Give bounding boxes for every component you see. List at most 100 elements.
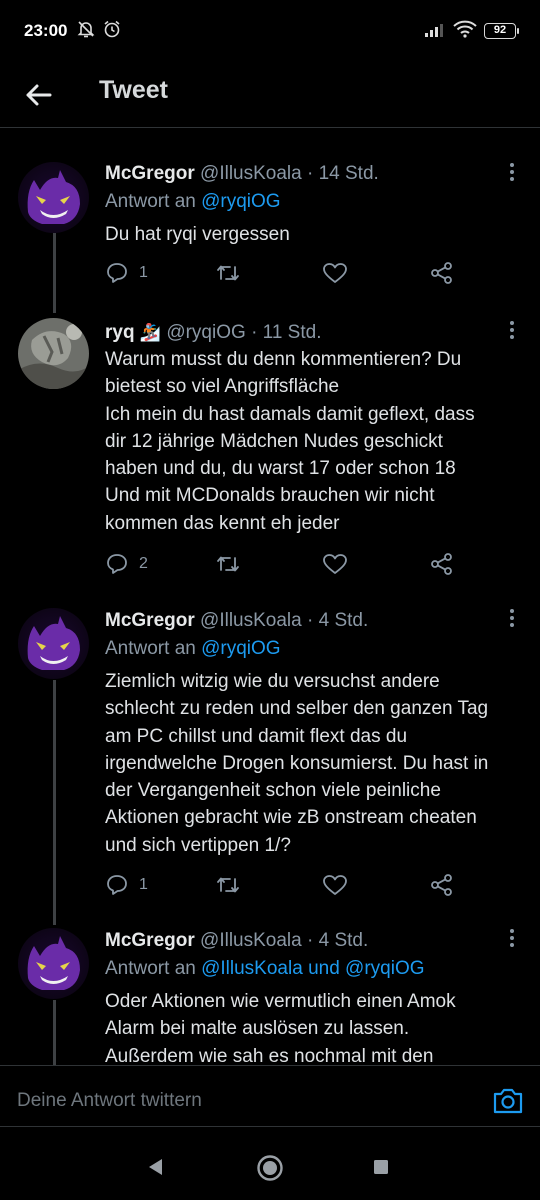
tweet-line: dir 12 jährige Mädchen Nudes geschickt xyxy=(105,430,443,452)
tweet-line: Außerdem wie sah es nochmal mit den xyxy=(105,1045,434,1065)
more-options-icon[interactable] xyxy=(505,320,519,340)
battery-icon: 92 xyxy=(484,23,519,39)
like-button[interactable] xyxy=(322,870,348,900)
status-time: 23:00 xyxy=(24,21,68,40)
mention-conjunction: und xyxy=(308,958,340,979)
arrow-left-icon[interactable] xyxy=(20,76,58,114)
mention-link[interactable]: @ryqiOG xyxy=(201,638,280,659)
more-options-icon[interactable] xyxy=(505,162,519,182)
tweet-line: Du hat ryqi vergessen xyxy=(105,224,290,245)
reply-count: 1 xyxy=(139,876,148,893)
tweet-text: Warum musst du denn kommentieren? Du bie… xyxy=(105,346,525,537)
reply-prefix: Antwort an xyxy=(105,638,196,659)
tweet[interactable]: McGregor @IllusKoala · 4 Std. Antwort an… xyxy=(0,912,540,1065)
heart-icon xyxy=(323,263,347,283)
tweet-header: McGregor @IllusKoala · 14 Std. xyxy=(105,163,379,185)
tweet[interactable]: McGregor @IllusKoala · 4 Std. Antwort an… xyxy=(0,592,540,925)
retweet-button[interactable] xyxy=(215,870,241,900)
avatar[interactable] xyxy=(18,318,89,389)
retweet-button[interactable] xyxy=(215,549,241,579)
thread-line xyxy=(53,233,56,313)
recents-square-icon[interactable] xyxy=(373,1159,389,1175)
handle[interactable]: @IllusKoala xyxy=(200,163,302,184)
reply-context: Antwort an @IllusKoala und @ryqiOG xyxy=(105,958,425,980)
share-button[interactable] xyxy=(429,258,455,288)
timestamp[interactable]: 11 Std. xyxy=(263,322,322,343)
more-options-icon[interactable] xyxy=(505,928,519,948)
tweet-line: Aktionen gebracht wie zB onstream cheate… xyxy=(105,807,477,829)
name-emoji: 🏂 xyxy=(139,323,162,342)
timestamp[interactable]: 4 Std. xyxy=(319,610,369,631)
display-name[interactable]: McGregor xyxy=(105,163,195,184)
retweet-button[interactable] xyxy=(215,258,241,288)
mention-link[interactable]: @ryqiOG xyxy=(201,191,280,212)
tweet-header: ryq 🏂 @ryqiOG · 11 Std. xyxy=(105,322,321,344)
share-icon xyxy=(431,874,452,896)
avatar[interactable] xyxy=(18,608,89,679)
separator-dot: · xyxy=(306,610,314,631)
like-button[interactable] xyxy=(322,258,348,288)
share-button[interactable] xyxy=(429,870,455,900)
display-name[interactable]: McGregor xyxy=(105,610,195,631)
separator-dot: · xyxy=(306,930,314,951)
mention-link[interactable]: @IllusKoala xyxy=(201,958,303,979)
tweet-line: und sich vertippen 1/? xyxy=(105,834,291,856)
share-icon xyxy=(431,262,452,284)
status-bar: 23:00 92 xyxy=(0,0,540,62)
share-icon xyxy=(431,553,452,575)
system-nav-bar xyxy=(0,1127,540,1200)
alarm-icon xyxy=(104,20,120,38)
reply-button[interactable]: 1 xyxy=(105,870,148,900)
reply-icon xyxy=(107,554,127,574)
tweet-actions: 1 xyxy=(105,258,525,288)
avatar[interactable] xyxy=(18,162,89,233)
tweet-line: der Vergangenheit schon viele peinliche xyxy=(105,780,441,802)
thread-line xyxy=(53,1000,56,1065)
tweet-line: Oder Aktionen wie vermutlich einen Amok xyxy=(105,991,456,1012)
like-button[interactable] xyxy=(322,549,348,579)
reply-prefix: Antwort an xyxy=(105,191,196,212)
timestamp[interactable]: 4 Std. xyxy=(319,930,369,951)
tweet-text: Oder Aktionen wie vermutlich einen Amok … xyxy=(105,988,525,1065)
tweet-line: am PC chillst und damit flext das du xyxy=(105,725,408,747)
retweet-icon xyxy=(217,877,239,893)
tweet-line: Warum musst du denn kommentieren? Du xyxy=(105,349,462,370)
tweet[interactable]: ryq 🏂 @ryqiOG · 11 Std. Warum musst du d… xyxy=(0,312,540,602)
reply-context: Antwort an @ryqiOG xyxy=(105,191,281,213)
handle[interactable]: @IllusKoala xyxy=(200,930,302,951)
reply-input[interactable]: Deine Antwort twittern xyxy=(17,1090,202,1112)
reply-icon xyxy=(107,875,127,895)
tweet-line: haben und du, du warst 17 oder schon 18 xyxy=(105,458,456,480)
reply-button[interactable]: 1 xyxy=(105,258,148,288)
header: Tweet xyxy=(0,62,540,128)
back-triangle-icon[interactable] xyxy=(146,1157,166,1177)
avatar[interactable] xyxy=(18,928,89,999)
camera-icon[interactable] xyxy=(491,1084,525,1118)
tweet-line: Und mit MCDonalds brauchen wir nicht xyxy=(105,485,435,507)
home-circle-icon[interactable] xyxy=(256,1154,284,1182)
reply-count: 2 xyxy=(139,555,148,572)
reply-icon xyxy=(107,263,127,283)
retweet-icon xyxy=(217,556,239,572)
share-button[interactable] xyxy=(429,549,455,579)
tweet-actions: 1 xyxy=(105,870,525,900)
retweet-icon xyxy=(217,265,239,281)
reply-button[interactable]: 2 xyxy=(105,549,148,579)
more-options-icon[interactable] xyxy=(505,608,519,628)
tweet-line: kommen das kennt eh jeder xyxy=(105,512,340,534)
signal-icon xyxy=(425,24,443,37)
tweet-actions: 2 xyxy=(105,549,525,579)
reply-prefix: Antwort an xyxy=(105,958,196,979)
display-name[interactable]: McGregor xyxy=(105,930,195,951)
separator-dot: · xyxy=(306,163,314,184)
handle[interactable]: @IllusKoala xyxy=(200,610,302,631)
handle[interactable]: @ryqiOG xyxy=(166,322,245,343)
reply-count: 1 xyxy=(139,264,148,281)
tweet[interactable]: McGregor @IllusKoala · 14 Std. Antwort a… xyxy=(0,145,540,313)
display-name[interactable]: ryq xyxy=(105,322,135,343)
reply-composer: Deine Antwort twittern xyxy=(0,1065,540,1127)
timestamp[interactable]: 14 Std. xyxy=(319,163,379,184)
mention-link[interactable]: @ryqiOG xyxy=(345,958,424,979)
tweet-text: Du hat ryqi vergessen xyxy=(105,221,525,248)
tweet-line: irgendwelche Drogen konsumierst. Du hast… xyxy=(105,752,489,774)
